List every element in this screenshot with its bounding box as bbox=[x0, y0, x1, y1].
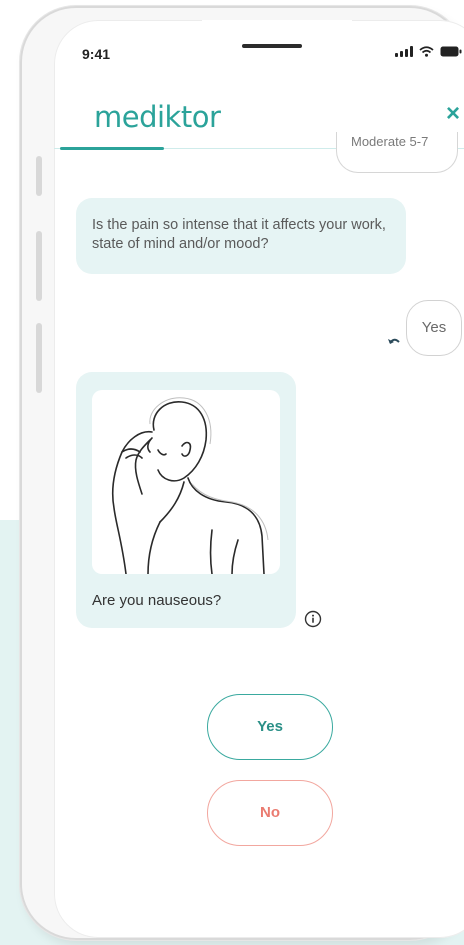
info-icon[interactable] bbox=[304, 610, 322, 628]
symptom-illustration bbox=[92, 390, 280, 574]
phone-frame: 9:41 mediktor × Moderate 5-7 Is the pain… bbox=[20, 6, 464, 940]
yes-button[interactable]: Yes bbox=[207, 694, 333, 760]
phone-screen: 9:41 mediktor × Moderate 5-7 Is the pain… bbox=[54, 20, 464, 938]
person-holding-head-illustration bbox=[111, 397, 269, 574]
status-time: 9:41 bbox=[82, 46, 111, 62]
volume-up-button bbox=[36, 231, 42, 301]
image-question-text: Are you nauseous? bbox=[92, 592, 222, 609]
close-icon[interactable]: × bbox=[446, 102, 460, 126]
undo-icon[interactable] bbox=[386, 334, 402, 348]
previous-answer-bubble: Moderate 5-7 bbox=[336, 132, 458, 173]
progress-indicator bbox=[60, 147, 164, 150]
mute-switch bbox=[36, 156, 42, 196]
notch bbox=[202, 20, 352, 54]
battery-icon bbox=[440, 46, 462, 57]
wifi-icon bbox=[419, 46, 434, 57]
status-icons bbox=[395, 46, 462, 57]
previous-answer-text: Moderate 5-7 bbox=[351, 134, 429, 149]
volume-down-button bbox=[36, 323, 42, 393]
bot-question-bubble: Is the pain so intense that it affects y… bbox=[76, 198, 406, 274]
no-button[interactable]: No bbox=[207, 780, 333, 846]
user-answer-bubble: Yes bbox=[406, 300, 462, 356]
signal-icon bbox=[395, 46, 413, 57]
mediktor-logo: mediktor bbox=[94, 100, 221, 134]
image-question-card: Are you nauseous? bbox=[76, 372, 296, 628]
speaker bbox=[242, 44, 302, 48]
